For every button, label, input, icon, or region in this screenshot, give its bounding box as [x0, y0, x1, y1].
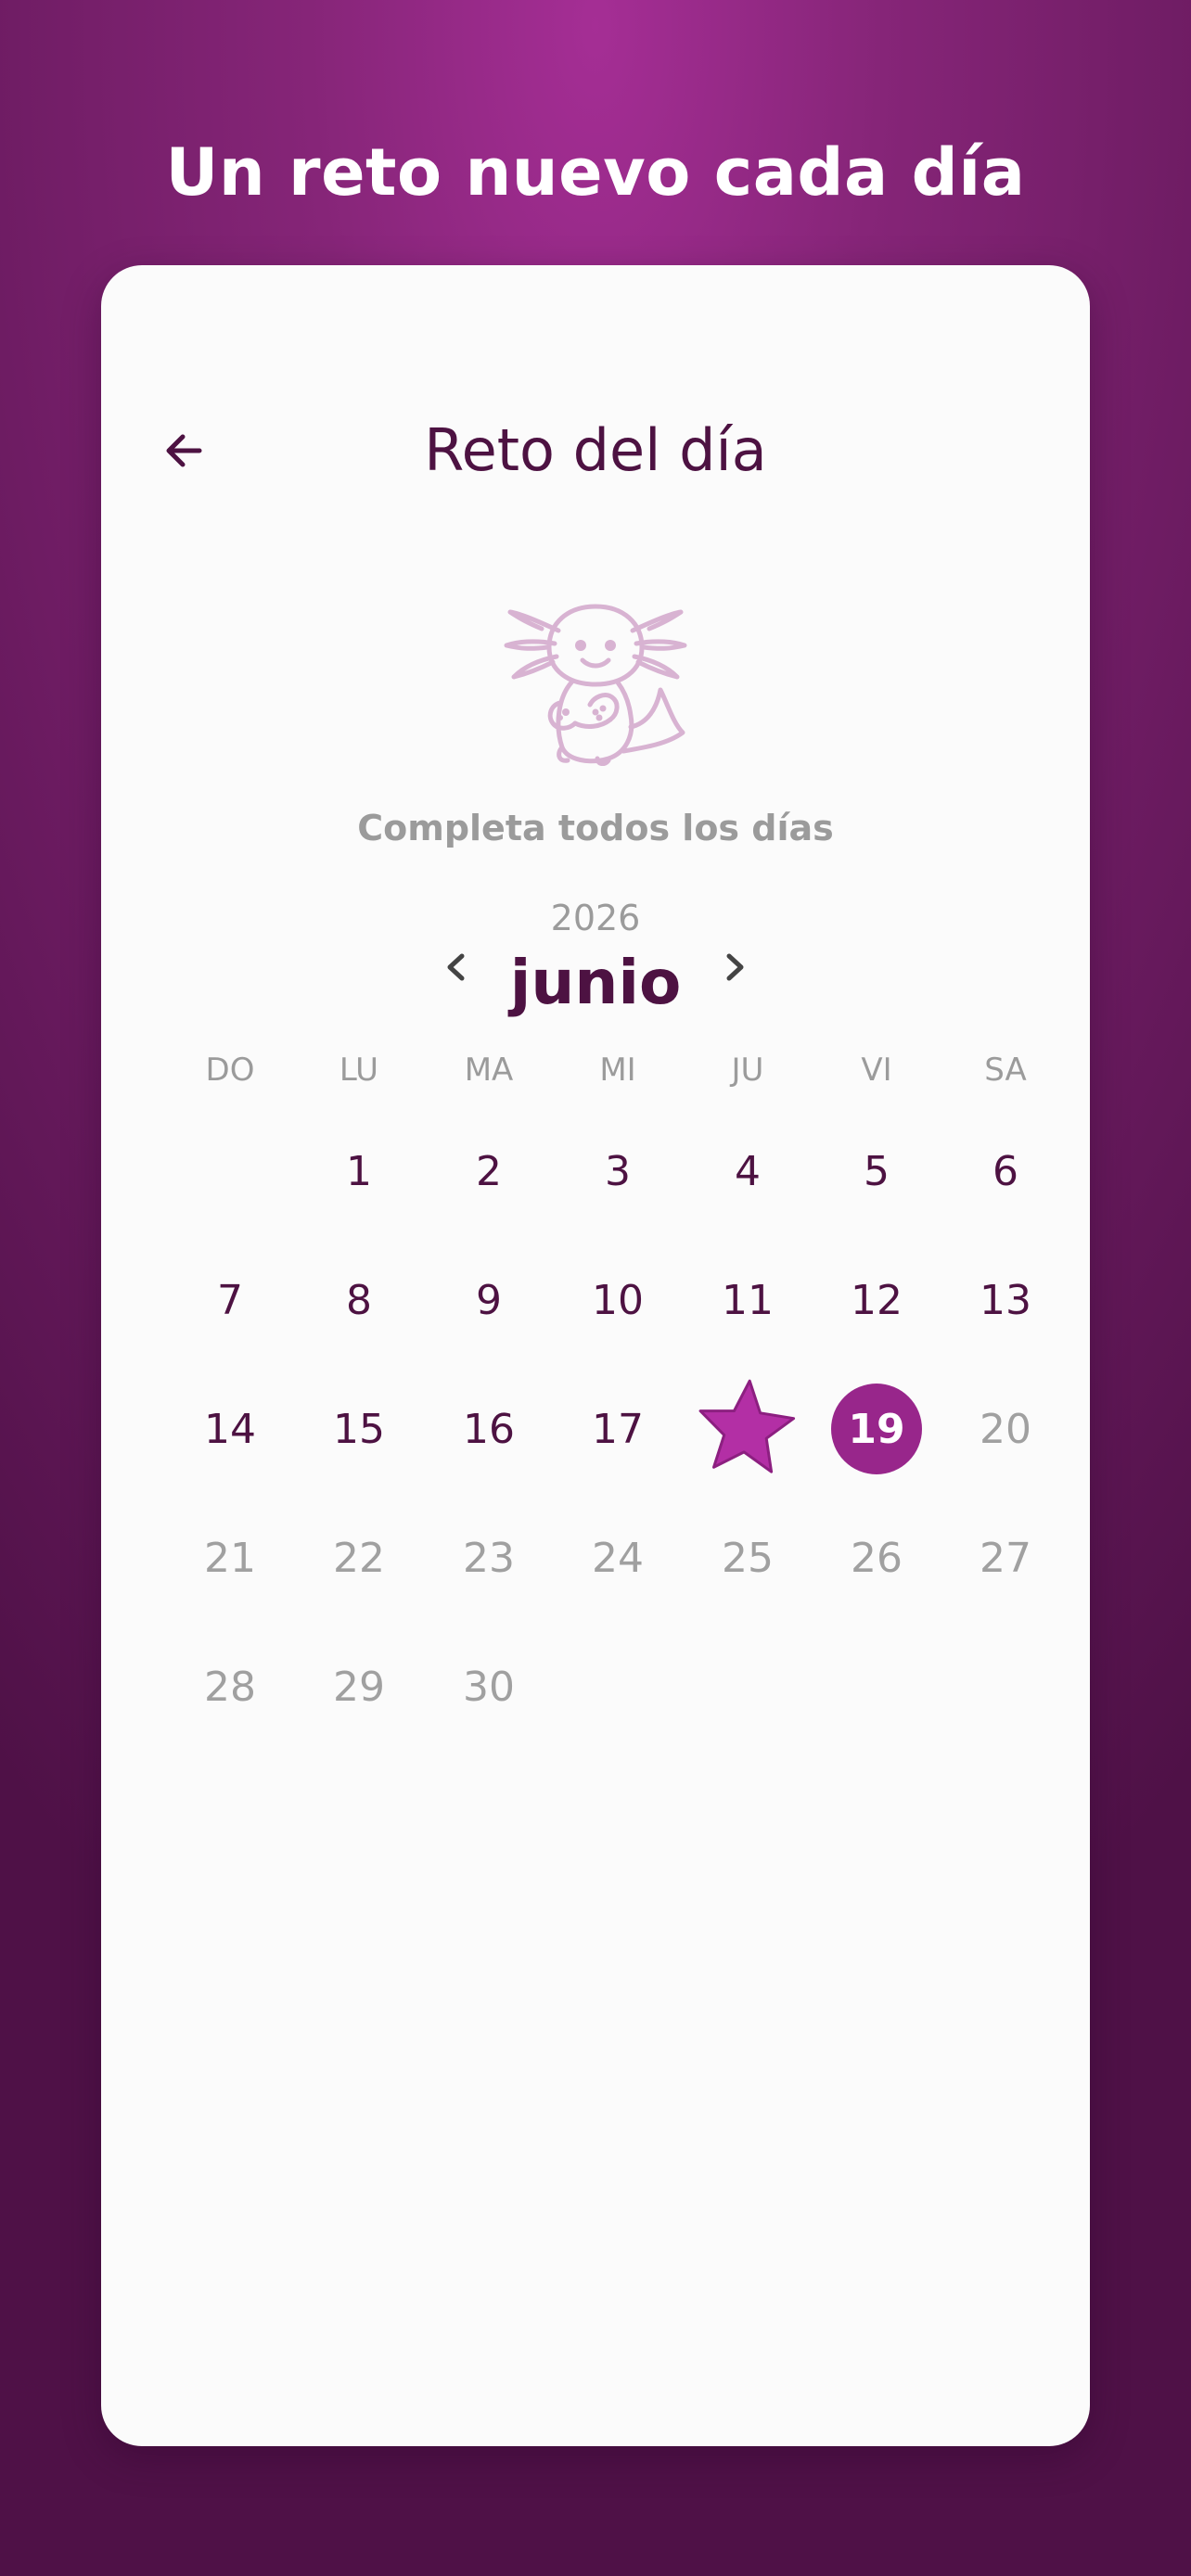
calendar-day-number: 10 [592, 1276, 644, 1324]
calendar-day-number: 16 [463, 1405, 515, 1453]
calendar-day-number: 8 [346, 1276, 372, 1324]
phone-screen-card: Reto del día Completa todos los días 202… [101, 265, 1090, 2446]
calendar-day-number: 11 [722, 1276, 774, 1324]
calendar-day-today[interactable]: 19 [826, 1378, 928, 1480]
calendar-day-number: 26 [851, 1534, 903, 1582]
calendar-day-number: 13 [980, 1276, 1031, 1324]
calendar-day-number: 12 [851, 1276, 903, 1324]
calendar-day-completed[interactable] [697, 1378, 799, 1480]
calendar-day-number: 1 [346, 1147, 372, 1195]
calendar-day-number: 25 [722, 1534, 774, 1582]
calendar-day-future[interactable]: 27 [954, 1507, 1057, 1609]
calendar-day[interactable]: 17 [567, 1378, 669, 1480]
calendar-day-number: 3 [605, 1147, 631, 1195]
calendar-day[interactable]: 5 [826, 1120, 928, 1222]
calendar-day-future[interactable]: 22 [308, 1507, 410, 1609]
calendar-day-number: 28 [204, 1663, 256, 1711]
calendar-day[interactable]: 6 [954, 1120, 1057, 1222]
calendar-day-number: 9 [476, 1276, 502, 1324]
calendar-day-number: 21 [204, 1534, 256, 1582]
calendar-day-number: 5 [864, 1147, 890, 1195]
calendar-day-number: 30 [463, 1663, 515, 1711]
calendar-day-number: 24 [592, 1534, 644, 1582]
calendar-day[interactable]: 7 [179, 1249, 281, 1351]
calendar-day-number: 20 [980, 1405, 1031, 1453]
calendar-day-number: 17 [592, 1405, 644, 1453]
calendar-day-number: 22 [333, 1534, 385, 1582]
calendar-day-number: 14 [204, 1405, 256, 1453]
calendar-day-future[interactable]: 29 [308, 1636, 410, 1738]
calendar-day[interactable]: 4 [697, 1120, 799, 1222]
promo-headline: Un reto nuevo cada día [165, 134, 1026, 210]
calendar-day[interactable]: 13 [954, 1249, 1057, 1351]
calendar-day[interactable]: 1 [308, 1120, 410, 1222]
calendar-day[interactable]: 15 [308, 1378, 410, 1480]
calendar-day[interactable]: 9 [438, 1249, 540, 1351]
calendar-day[interactable]: 16 [438, 1378, 540, 1480]
calendar-day-number: 6 [992, 1147, 1018, 1195]
calendar-day-number: 23 [463, 1534, 515, 1582]
calendar-day-future[interactable]: 30 [438, 1636, 540, 1738]
calendar-day[interactable]: 2 [438, 1120, 540, 1222]
calendar-day-future[interactable]: 28 [179, 1636, 281, 1738]
calendar-day[interactable]: 8 [308, 1249, 410, 1351]
calendar-grid: 1 2 3 4 5 6 7 8 9 10 11 12 13 14 15 16 17 19 20 21 22 23 24 25 2… [101, 265, 1090, 2446]
calendar-day-number: 4 [735, 1147, 761, 1195]
calendar-day[interactable]: 14 [179, 1378, 281, 1480]
calendar-day[interactable]: 12 [826, 1249, 928, 1351]
calendar-day-number: 29 [333, 1663, 385, 1711]
calendar-day[interactable]: 10 [567, 1249, 669, 1351]
calendar-day-number: 27 [980, 1534, 1031, 1582]
calendar-day-future[interactable]: 24 [567, 1507, 669, 1609]
calendar-day-number: 7 [217, 1276, 243, 1324]
calendar-day-number: 2 [476, 1147, 502, 1195]
calendar-day-number: 15 [333, 1405, 385, 1453]
calendar-day-future[interactable]: 21 [179, 1507, 281, 1609]
star-icon [698, 1379, 796, 1473]
calendar-day[interactable]: 11 [697, 1249, 799, 1351]
calendar-day[interactable]: 3 [567, 1120, 669, 1222]
calendar-day-future[interactable]: 26 [826, 1507, 928, 1609]
calendar-day-future[interactable]: 23 [438, 1507, 540, 1609]
calendar-day-future[interactable]: 20 [954, 1378, 1057, 1480]
calendar-day-number: 19 [848, 1405, 905, 1453]
calendar-day-future[interactable]: 25 [697, 1507, 799, 1609]
